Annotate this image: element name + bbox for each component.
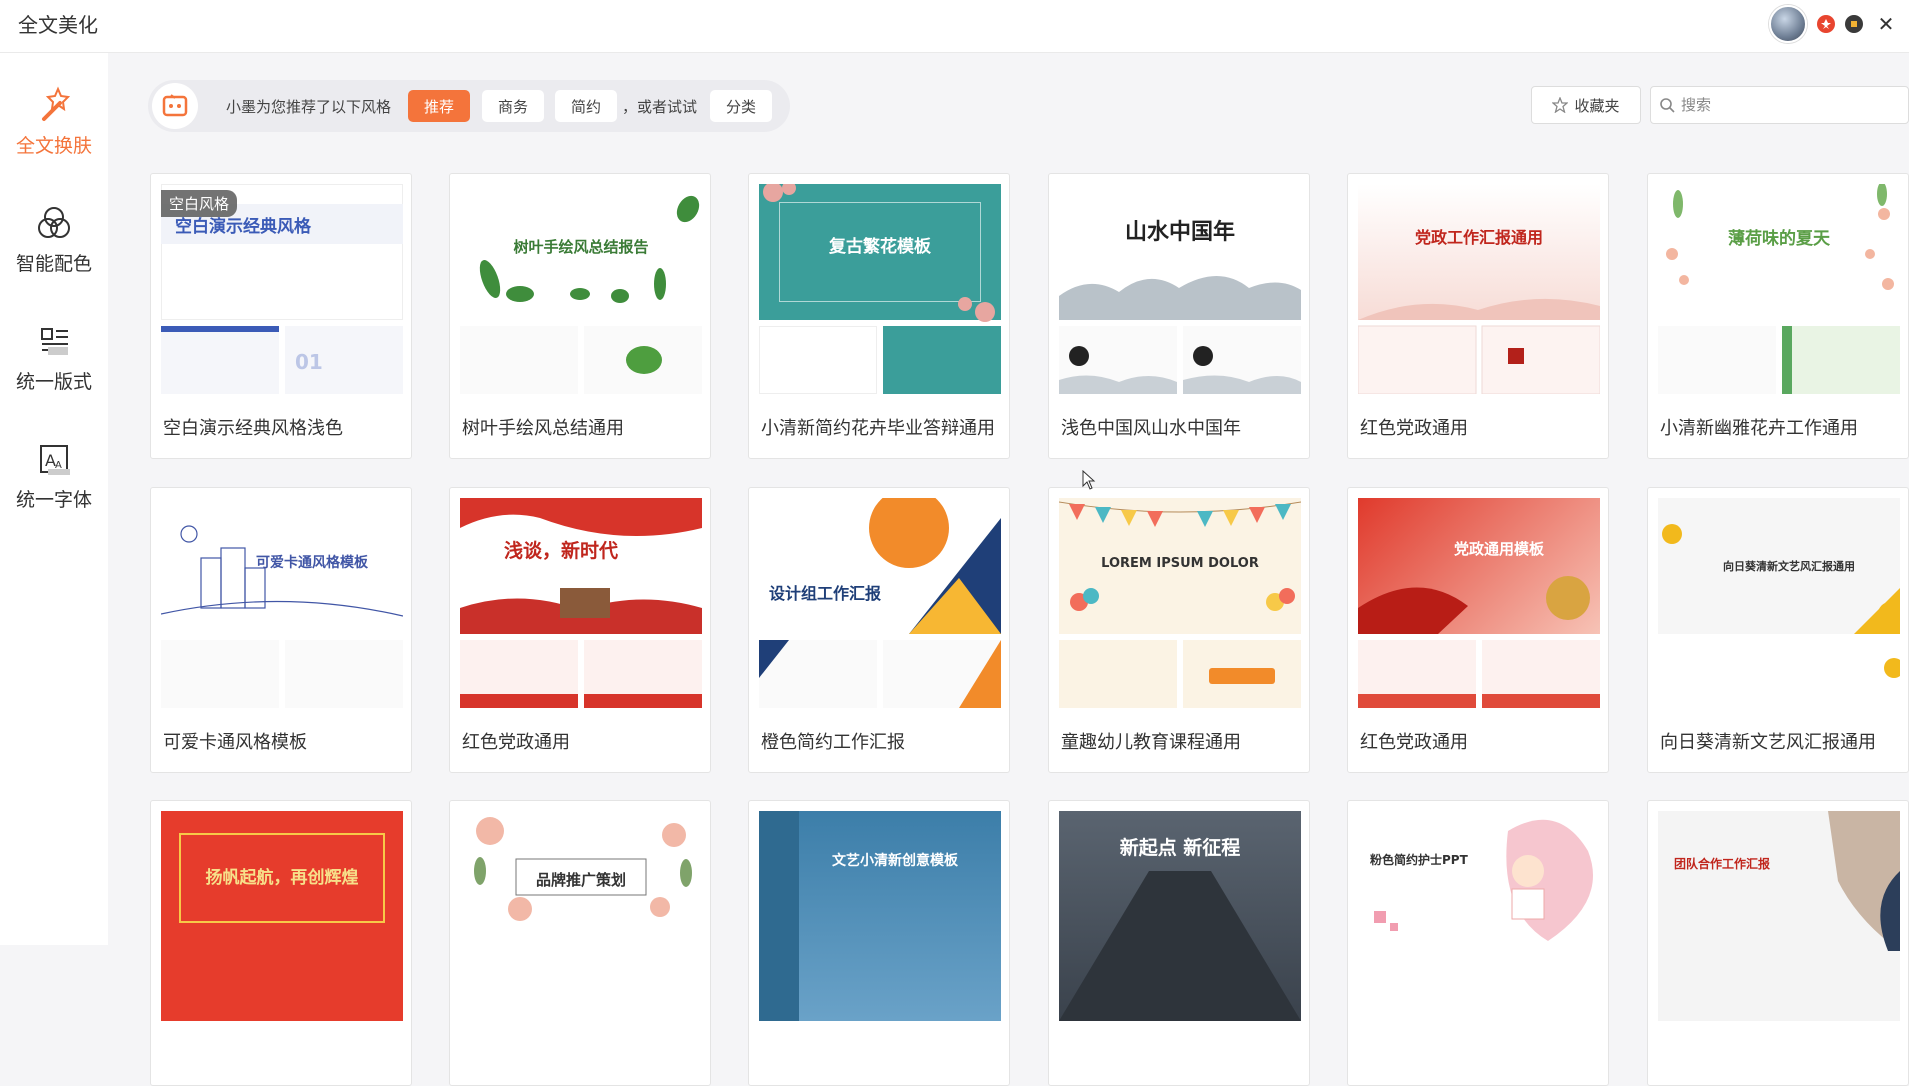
mouse-cursor-icon: [1082, 470, 1096, 490]
user-avatar[interactable]: [1769, 5, 1807, 43]
template-card[interactable]: 新起点 新征程: [1048, 800, 1310, 1086]
template-thumbnail: 向日葵清新文艺风汇报通用: [1658, 498, 1900, 708]
template-card[interactable]: 品牌推广策划: [449, 800, 711, 1086]
template-thumbnail: 设计组工作汇报: [759, 498, 1001, 708]
template-thumbnail: LOREM IPSUM DOLOR: [1059, 498, 1301, 708]
template-thumbnail: 树叶手绘风总结报告: [460, 184, 702, 394]
template-card[interactable]: LOREM IPSUM DOLOR 童趣幼儿教育课程通用: [1048, 487, 1310, 773]
template-card[interactable]: 可爱卡通风格模板 可爱卡通风格模板: [150, 487, 412, 773]
color-circles-icon: [32, 201, 76, 245]
template-card[interactable]: 山水中国年 浅色中国风山水中国年: [1048, 173, 1310, 459]
chip-recommend[interactable]: 推荐: [408, 90, 470, 122]
sidebar: 全文换肤 智能配色 统一版式 AA 统一字体: [0, 53, 108, 945]
template-thumbnail: 复古繁花模板: [759, 184, 1001, 394]
title-bar-actions: ✕: [1769, 4, 1909, 44]
member-badge-icon[interactable]: [1845, 15, 1863, 33]
sidebar-item-color[interactable]: 智能配色: [0, 181, 108, 291]
window-title: 全文美化: [18, 13, 98, 37]
template-thumbnail: 党政工作汇报通用: [1358, 184, 1600, 394]
chip-business[interactable]: 商务: [482, 90, 544, 122]
font-icon: AA: [32, 437, 76, 481]
template-card[interactable]: 文艺小清新创意模板: [748, 800, 1010, 1086]
close-icon[interactable]: ✕: [1873, 11, 1899, 37]
template-thumbnail: 扬帆起航，再创辉煌: [161, 811, 403, 1021]
template-card[interactable]: 向日葵清新文艺风汇报通用 向日葵清新文艺风汇报通用: [1647, 487, 1909, 773]
chip-simple[interactable]: 简约: [555, 90, 617, 122]
template-label: 树叶手绘风总结通用: [462, 418, 624, 439]
template-card[interactable]: 党政工作汇报通用 红色党政通用: [1347, 173, 1609, 459]
template-card[interactable]: 粉色简约护士PPT: [1347, 800, 1609, 1086]
template-label: 橙色简约工作汇报: [761, 732, 905, 753]
title-bar: 全文美化 ✕: [0, 0, 1909, 53]
recommend-text: 小墨为您推荐了以下风格: [226, 98, 392, 116]
sidebar-item-font[interactable]: AA 统一字体: [0, 417, 108, 527]
sidebar-item-skin[interactable]: 全文换肤: [0, 63, 108, 173]
template-thumbnail: 团队合作工作汇报: [1658, 811, 1900, 1021]
magic-wand-icon: [32, 83, 76, 127]
template-thumbnail: 品牌推广策划: [460, 811, 702, 1021]
template-card[interactable]: 树叶手绘风总结报告 树叶手绘风总结通用: [449, 173, 711, 459]
template-thumbnail: 党政通用模板: [1358, 498, 1600, 708]
template-card[interactable]: 空白演示经典风格 01 空白风格 空白演示经典风格浅色: [150, 173, 412, 459]
template-thumbnail: 浅谈，新时代: [460, 498, 702, 708]
recommend-bar: 小墨为您推荐了以下风格 推荐 商务 简约 ，或者试试 分类: [148, 80, 790, 132]
template-thumbnail: 山水中国年: [1059, 184, 1301, 394]
template-label: 小清新幽雅花卉工作通用: [1660, 418, 1858, 439]
sidebar-item-label: 统一字体: [15, 489, 92, 511]
template-label: 浅色中国风山水中国年: [1061, 418, 1241, 439]
template-label: 向日葵清新文艺风汇报通用: [1660, 732, 1876, 753]
sidebar-item-label: 统一版式: [15, 371, 92, 393]
template-thumbnail: 文艺小清新创意模板: [759, 811, 1001, 1021]
sidebar-item-label: 全文换肤: [15, 135, 92, 157]
template-card[interactable]: 党政通用模板 红色党政通用: [1347, 487, 1609, 773]
template-label: 可爱卡通风格模板: [163, 732, 307, 753]
template-label: 红色党政通用: [1360, 732, 1468, 753]
recommend-or-text: ，或者试试: [622, 98, 698, 116]
template-label: 红色党政通用: [462, 732, 570, 753]
template-label: 空白演示经典风格浅色: [163, 418, 343, 439]
template-label: 红色党政通用: [1360, 418, 1468, 439]
template-thumbnail: 薄荷味的夏天: [1658, 184, 1900, 394]
template-thumbnail: 粉色简约护士PPT: [1358, 811, 1600, 1021]
template-card[interactable]: 浅谈，新时代 红色党政通用: [449, 487, 711, 773]
chip-category[interactable]: 分类: [710, 90, 772, 122]
assistant-logo-icon: [152, 83, 198, 129]
template-card[interactable]: 设计组工作汇报 橙色简约工作汇报: [748, 487, 1010, 773]
favorites-label: 收藏夹: [1574, 96, 1620, 115]
search-box[interactable]: [1650, 86, 1909, 124]
template-label: 小清新简约花卉毕业答辩通用: [761, 418, 995, 439]
sidebar-item-layout[interactable]: 统一版式: [0, 299, 108, 409]
search-input[interactable]: [1681, 95, 1901, 115]
template-thumbnail: 新起点 新征程: [1059, 811, 1301, 1021]
template-card[interactable]: 薄荷味的夏天 小清新幽雅花卉工作通用: [1647, 173, 1909, 459]
template-card[interactable]: 扬帆起航，再创辉煌: [150, 800, 412, 1086]
template-card[interactable]: 复古繁花模板 小清新简约花卉毕业答辩通用: [748, 173, 1010, 459]
sidebar-item-label: 智能配色: [15, 253, 92, 275]
style-tag: 空白风格: [161, 190, 238, 217]
star-icon: [1552, 97, 1569, 113]
template-label: 童趣幼儿教育课程通用: [1061, 732, 1241, 753]
template-thumbnail: 可爱卡通风格模板: [161, 498, 403, 708]
template-card[interactable]: 团队合作工作汇报: [1647, 800, 1909, 1086]
favorites-button[interactable]: 收藏夹: [1531, 86, 1641, 124]
vip-badge-icon[interactable]: [1817, 15, 1835, 33]
search-icon: [1660, 98, 1675, 113]
layout-icon: [32, 319, 76, 363]
